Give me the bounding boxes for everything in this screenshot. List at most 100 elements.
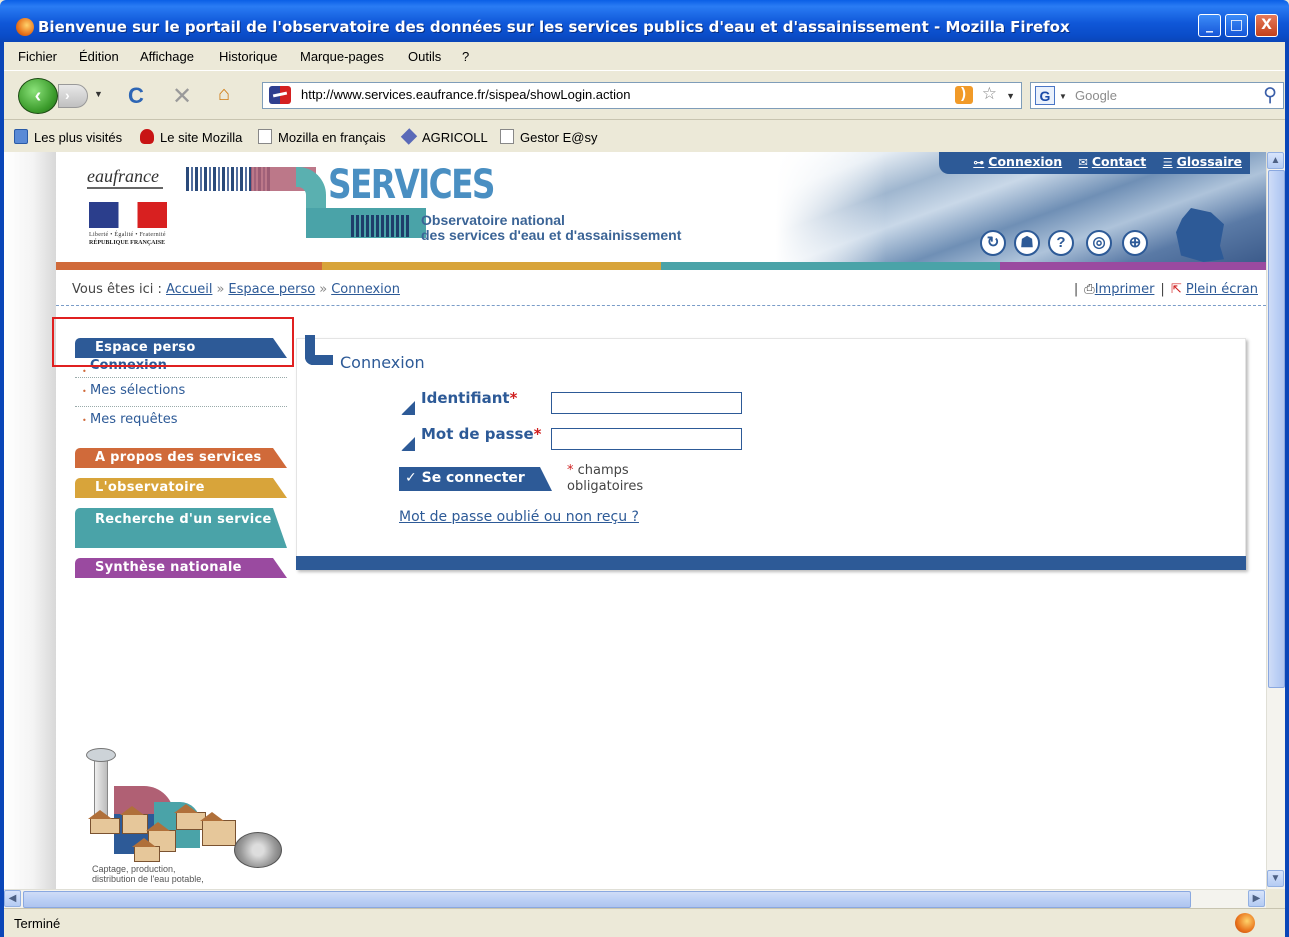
menu-edition[interactable]: Édition bbox=[79, 49, 119, 64]
required-star: * bbox=[533, 425, 542, 443]
title-bar[interactable]: Bienvenue sur le portail de l'observatoi… bbox=[0, 0, 1289, 42]
home-icon[interactable]: ⌂ bbox=[218, 83, 230, 106]
link-label: Glossaire bbox=[1176, 154, 1242, 169]
eaufrance-logo[interactable]: eaufrance bbox=[87, 166, 163, 189]
search-icon[interactable]: ⚲ bbox=[1263, 84, 1277, 107]
url-text[interactable]: http://www.services.eaufrance.fr/sispea/… bbox=[301, 87, 631, 102]
engine-dropdown-icon[interactable]: ▼ bbox=[1059, 92, 1067, 101]
agricoll-icon bbox=[400, 128, 418, 145]
bookmark-agricoll[interactable]: AGRICOLL bbox=[400, 128, 488, 145]
search-placeholder[interactable]: Google bbox=[1075, 88, 1117, 103]
search-globe-icon[interactable]: ⊕ bbox=[1122, 230, 1148, 256]
scroll-left-icon[interactable]: ◀ bbox=[4, 890, 21, 907]
bookmark-label: Gestor E@sy bbox=[520, 130, 598, 145]
minimize-button[interactable]: _ bbox=[1198, 14, 1221, 37]
firefox-status-icon[interactable] bbox=[1235, 913, 1255, 933]
label-text: Mot de passe bbox=[421, 425, 534, 443]
window-title: Bienvenue sur le portail de l'observatoi… bbox=[38, 18, 1070, 36]
password-label: Mot de passe* bbox=[421, 425, 542, 443]
bullet-icon: • bbox=[82, 367, 87, 376]
menu-help[interactable]: ? bbox=[462, 49, 469, 64]
menu-outils[interactable]: Outils bbox=[408, 49, 441, 64]
history-dropdown-icon[interactable]: ▼ bbox=[94, 89, 103, 99]
maximize-button[interactable]: □ bbox=[1225, 14, 1248, 37]
breadcrumb-accueil[interactable]: Accueil bbox=[166, 282, 212, 297]
menu-historique[interactable]: Historique bbox=[219, 49, 278, 64]
nav-synthese-nationale[interactable]: Synthèse nationale bbox=[75, 558, 287, 578]
nav-sub-mes-selections[interactable]: • Mes sélections bbox=[75, 378, 287, 407]
stop-icon[interactable]: ✕ bbox=[172, 82, 192, 111]
login-title: Connexion bbox=[340, 353, 425, 372]
caption-line-2: distribution de l'eau potable, bbox=[92, 874, 204, 884]
divider: | bbox=[1073, 282, 1079, 297]
label-text: Identifiant bbox=[421, 389, 510, 407]
scroll-up-icon[interactable]: ▲ bbox=[1267, 152, 1284, 169]
reload-icon[interactable]: C bbox=[128, 83, 144, 109]
forgot-password-link[interactable]: Mot de passe oublié ou non reçu ? bbox=[399, 509, 639, 525]
required-star: * bbox=[567, 463, 574, 478]
password-input[interactable] bbox=[551, 428, 742, 450]
users-icon[interactable]: ☗ bbox=[1014, 230, 1040, 256]
url-bar[interactable]: http://www.services.eaufrance.fr/sispea/… bbox=[262, 82, 1022, 109]
bookmark-label: Les plus visités bbox=[34, 130, 123, 145]
scroll-right-icon[interactable]: ▶ bbox=[1248, 890, 1265, 907]
login-panel: Connexion Identifiant* Mot de passe* ✓ S… bbox=[296, 335, 1246, 570]
link-label: Contact bbox=[1091, 154, 1147, 169]
house-icon bbox=[132, 838, 160, 862]
bookmark-label: AGRICOLL bbox=[422, 130, 488, 145]
header-connexion-link[interactable]: ⊶ Connexion bbox=[973, 154, 1062, 169]
banner-people-graphic bbox=[351, 215, 411, 237]
print-link[interactable]: Imprimer bbox=[1095, 282, 1155, 297]
vertical-scrollbar[interactable]: ▲ ▼ bbox=[1266, 152, 1285, 889]
world-icon[interactable]: ◎ bbox=[1086, 230, 1112, 256]
menu-bar: Fichier Édition Affichage Historique Mar… bbox=[4, 43, 1285, 70]
red-highlight-box bbox=[52, 317, 294, 367]
house-icon bbox=[88, 810, 120, 834]
menu-affichage[interactable]: Affichage bbox=[140, 49, 194, 64]
link-label: Connexion bbox=[988, 154, 1063, 169]
speech-bubble-icon: ☰ bbox=[1162, 156, 1173, 169]
identifiant-input[interactable] bbox=[551, 392, 742, 414]
bookmark-most-visited[interactable]: Les plus visités bbox=[14, 129, 122, 145]
house-icon bbox=[120, 806, 148, 834]
connect-button[interactable]: ✓ Se connecter bbox=[399, 467, 552, 491]
back-button[interactable]: ‹ bbox=[18, 78, 58, 114]
scroll-down-icon[interactable]: ▼ bbox=[1267, 870, 1284, 887]
menu-fichier[interactable]: Fichier bbox=[18, 49, 57, 64]
breadcrumb-espace-perso[interactable]: Espace perso bbox=[228, 282, 315, 297]
fullscreen-icon: ⇱ bbox=[1170, 282, 1182, 297]
google-engine-icon[interactable]: G bbox=[1035, 86, 1055, 105]
window-frame-right bbox=[1285, 42, 1289, 937]
house-icon bbox=[200, 812, 236, 846]
page-icon bbox=[258, 129, 272, 144]
horizontal-scroll-thumb[interactable] bbox=[23, 891, 1191, 908]
search-box[interactable]: G ▼ Google ⚲ bbox=[1030, 82, 1284, 109]
url-dropdown-icon[interactable]: ▼ bbox=[1006, 91, 1015, 101]
panel-corner-decoration bbox=[305, 335, 333, 365]
nav-sub-mes-requetes[interactable]: • Mes requêtes bbox=[75, 407, 287, 436]
forward-button[interactable]: › bbox=[58, 84, 88, 108]
water-tank-icon bbox=[234, 832, 282, 868]
services-icon[interactable]: ↻ bbox=[980, 230, 1006, 256]
nav-recherche-service[interactable]: Recherche d'un service bbox=[75, 508, 287, 548]
rss-feed-icon[interactable] bbox=[955, 85, 973, 104]
header-contact-link[interactable]: ✉ Contact bbox=[1079, 154, 1147, 169]
horizontal-scrollbar[interactable]: ◀ ▶ bbox=[4, 889, 1266, 908]
label-marker-icon bbox=[401, 437, 415, 451]
bookmark-mozilla-site[interactable]: Le site Mozilla bbox=[140, 129, 242, 145]
nav-observatoire[interactable]: L'observatoire bbox=[75, 478, 287, 498]
bookmark-mozilla-fr[interactable]: Mozilla en français bbox=[258, 129, 386, 145]
bookmark-gestor[interactable]: Gestor E@sy bbox=[500, 129, 598, 145]
republique-francaise-logo: Liberté • Égalité • Fraternité RÉPUBLIQU… bbox=[89, 202, 167, 246]
close-button[interactable]: X bbox=[1255, 14, 1278, 37]
help-icon[interactable]: ? bbox=[1048, 230, 1074, 256]
nav-a-propos[interactable]: A propos des services bbox=[75, 448, 287, 468]
nav-sub-label: Mes requêtes bbox=[90, 412, 178, 427]
breadcrumb-separator: » bbox=[216, 282, 225, 297]
header-glossaire-link[interactable]: ☰ Glossaire bbox=[1163, 154, 1242, 169]
bookmark-star-icon[interactable]: ☆ bbox=[982, 84, 997, 104]
vertical-scroll-thumb[interactable] bbox=[1268, 170, 1285, 688]
breadcrumb-connexion[interactable]: Connexion bbox=[331, 282, 400, 297]
menu-marque-pages[interactable]: Marque-pages bbox=[300, 49, 384, 64]
fullscreen-link[interactable]: Plein écran bbox=[1186, 282, 1258, 297]
